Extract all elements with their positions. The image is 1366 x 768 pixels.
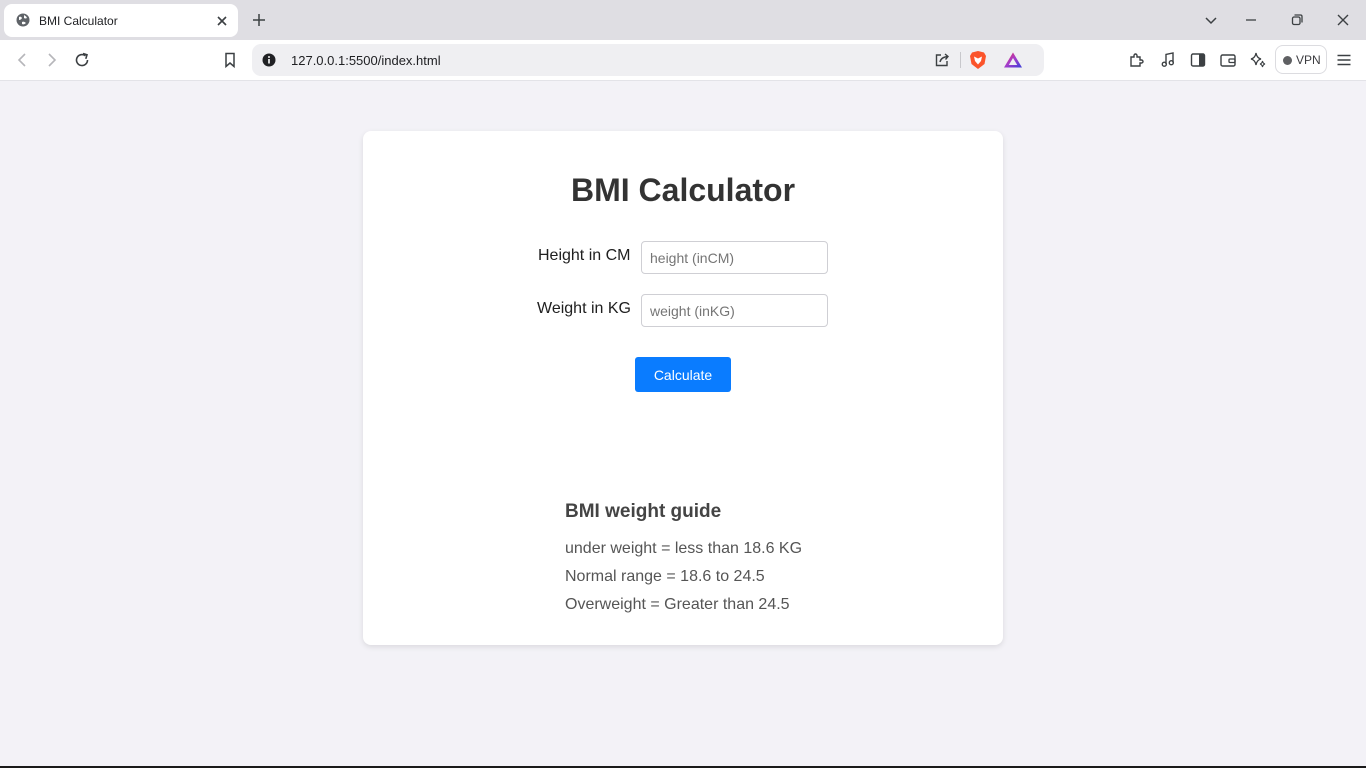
tab-title: BMI Calculator xyxy=(39,14,118,28)
omnibox-divider xyxy=(960,52,961,68)
guide-overweight: Overweight = Greater than 24.5 xyxy=(565,596,790,613)
forward-icon[interactable] xyxy=(42,50,62,70)
close-icon[interactable] xyxy=(214,13,230,29)
weight-label: Weight in KG xyxy=(537,300,631,317)
sidebar-icon[interactable] xyxy=(1188,50,1208,70)
chevron-down-icon[interactable] xyxy=(1202,11,1220,29)
extensions-icon[interactable] xyxy=(1127,50,1147,70)
minimize-icon[interactable] xyxy=(1242,11,1260,29)
reload-icon[interactable] xyxy=(72,50,92,70)
vpn-status-dot xyxy=(1283,56,1292,65)
tab-bmi-calculator[interactable]: BMI Calculator xyxy=(4,4,238,37)
vpn-button[interactable]: VPN xyxy=(1275,45,1327,74)
guide-underweight: under weight = less than 18.6 KG xyxy=(565,540,803,557)
music-icon[interactable] xyxy=(1158,50,1178,70)
menu-icon[interactable] xyxy=(1334,50,1354,70)
tab-strip: BMI Calculator xyxy=(0,0,1366,40)
weight-input[interactable] xyxy=(641,294,828,327)
guide-normal: Normal range = 18.6 to 24.5 xyxy=(565,568,765,585)
page-title: BMI Calculator xyxy=(570,172,796,208)
leo-ai-icon[interactable] xyxy=(1248,50,1268,70)
brave-shield-icon[interactable] xyxy=(969,50,987,70)
brave-rewards-icon[interactable] xyxy=(1003,51,1023,69)
guide-title: BMI weight guide xyxy=(565,501,722,522)
height-input[interactable] xyxy=(641,241,828,274)
calculate-button[interactable]: Calculate xyxy=(635,357,731,392)
close-window-icon[interactable] xyxy=(1334,11,1352,29)
browser-toolbar: 127.0.0.1:5500/index.html VPN xyxy=(0,40,1366,81)
address-bar[interactable]: 127.0.0.1:5500/index.html xyxy=(252,44,1044,76)
restore-icon[interactable] xyxy=(1288,11,1306,29)
bmi-card: BMI Calculator Height in CM Weight in KG… xyxy=(363,131,1003,645)
share-icon[interactable] xyxy=(933,51,951,69)
globe-icon xyxy=(16,13,30,27)
plus-icon[interactable] xyxy=(250,11,268,29)
info-icon[interactable] xyxy=(262,53,276,67)
bookmark-icon[interactable] xyxy=(220,50,240,70)
back-icon[interactable] xyxy=(12,50,32,70)
url-text[interactable]: 127.0.0.1:5500/index.html xyxy=(291,53,441,68)
wallet-icon[interactable] xyxy=(1218,50,1238,70)
vpn-label: VPN xyxy=(1296,53,1321,67)
height-label: Height in CM xyxy=(538,247,631,264)
